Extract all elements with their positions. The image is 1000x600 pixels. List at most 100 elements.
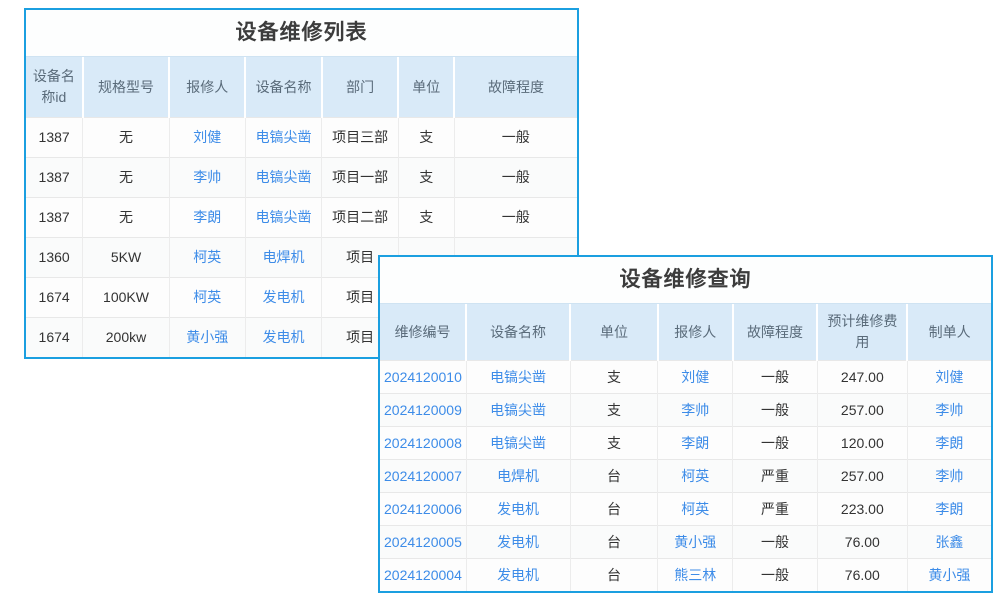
cell: 76.00	[817, 525, 907, 558]
query-link-cell[interactable]: 电镐尖凿	[490, 402, 546, 418]
cell: 发电机	[245, 317, 322, 357]
repair-query-title: 设备维修查询	[380, 257, 991, 304]
query-link-cell[interactable]: 李朗	[935, 435, 963, 451]
cell: 电镐尖凿	[466, 360, 570, 393]
list-link-cell[interactable]: 李朗	[193, 209, 221, 225]
table-row: 1387无李朗电镐尖凿项目二部支一般	[26, 197, 577, 237]
column-header-5: 单位	[398, 57, 454, 117]
cell: 刘健	[658, 360, 733, 393]
column-header-0: 设备名称id	[26, 57, 83, 117]
query-link-cell[interactable]: 柯英	[681, 468, 709, 484]
list-link-cell[interactable]: 发电机	[263, 329, 305, 345]
query-link-cell[interactable]: 李朗	[935, 501, 963, 517]
cell: 120.00	[817, 426, 907, 459]
column-header-4: 故障程度	[733, 304, 818, 360]
query-link-cell[interactable]: 2024120010	[384, 369, 462, 385]
cell: 刘健	[169, 117, 245, 157]
cell: 一般	[454, 157, 577, 197]
repair-query-table: 维修编号设备名称单位报修人故障程度预计维修费用制单人 2024120010 电镐尖…	[380, 304, 991, 591]
query-link-cell[interactable]: 2024120005	[384, 534, 462, 550]
cell: 支	[398, 157, 454, 197]
cell: 1387	[26, 157, 83, 197]
cell: 李帅	[169, 157, 245, 197]
query-link-cell[interactable]: 发电机	[497, 501, 539, 517]
cell: 张鑫	[907, 525, 991, 558]
cell: 一般	[733, 525, 818, 558]
column-header-1: 设备名称	[466, 304, 570, 360]
repair-query-panel: 设备维修查询 维修编号设备名称单位报修人故障程度预计维修费用制单人 202412…	[378, 255, 993, 593]
query-link-cell[interactable]: 电镐尖凿	[490, 435, 546, 451]
query-link-cell[interactable]: 李朗	[681, 435, 709, 451]
query-link-cell[interactable]: 黄小强	[674, 534, 716, 550]
query-link-cell[interactable]: 电镐尖凿	[490, 369, 546, 385]
cell: 支	[398, 117, 454, 157]
column-header-6: 制单人	[907, 304, 991, 360]
repair-list-header-row: 设备名称id规格型号报修人设备名称部门单位故障程度	[26, 57, 577, 117]
column-header-5: 预计维修费用	[817, 304, 907, 360]
cell: 2024120008	[380, 426, 466, 459]
query-link-cell[interactable]: 2024120004	[384, 567, 462, 583]
table-row: 2024120008电镐尖凿支李朗一般120.00李朗	[380, 426, 991, 459]
cell: 2024120005	[380, 525, 466, 558]
list-link-cell[interactable]: 电焊机	[263, 249, 305, 265]
cell: 1674	[26, 317, 83, 357]
query-link-cell[interactable]: 张鑫	[935, 534, 963, 550]
cell: 严重	[733, 459, 818, 492]
list-link-cell[interactable]: 发电机	[263, 289, 305, 305]
list-link-cell[interactable]: 黄小强	[186, 329, 228, 345]
cell: 发电机	[466, 525, 570, 558]
cell: 一般	[454, 197, 577, 237]
table-row: 2024120010电镐尖凿支刘健一般247.00刘健	[380, 360, 991, 393]
query-link-cell[interactable]: 李帅	[935, 402, 963, 418]
list-link-cell[interactable]: 柯英	[193, 289, 221, 305]
column-header-3: 报修人	[658, 304, 733, 360]
cell: 电焊机	[466, 459, 570, 492]
cell: 2024120010	[380, 360, 466, 393]
table-row: 2024120009电镐尖凿支李帅一般257.00李帅	[380, 393, 991, 426]
cell: 黄小强	[907, 558, 991, 591]
query-link-cell[interactable]: 李帅	[681, 402, 709, 418]
cell: 发电机	[466, 558, 570, 591]
query-link-cell[interactable]: 发电机	[497, 534, 539, 550]
cell: 无	[83, 117, 170, 157]
column-header-6: 故障程度	[454, 57, 577, 117]
cell: 发电机	[466, 492, 570, 525]
query-link-cell[interactable]: 刘健	[681, 369, 709, 385]
query-link-cell[interactable]: 熊三林	[674, 567, 716, 583]
cell: 发电机	[245, 277, 322, 317]
query-link-cell[interactable]: 黄小强	[928, 567, 970, 583]
cell: 柯英	[169, 277, 245, 317]
query-link-cell[interactable]: 电焊机	[497, 468, 539, 484]
cell: 台	[570, 459, 658, 492]
query-link-cell[interactable]: 发电机	[497, 567, 539, 583]
list-link-cell[interactable]: 李帅	[193, 169, 221, 185]
query-link-cell[interactable]: 柯英	[681, 501, 709, 517]
cell: 严重	[733, 492, 818, 525]
query-link-cell[interactable]: 2024120009	[384, 402, 462, 418]
table-row: 2024120006发电机台柯英严重223.00李朗	[380, 492, 991, 525]
query-link-cell[interactable]: 2024120008	[384, 435, 462, 451]
query-link-cell[interactable]: 2024120007	[384, 468, 462, 484]
cell: 台	[570, 525, 658, 558]
list-link-cell[interactable]: 电镐尖凿	[256, 169, 312, 185]
cell: 刘健	[907, 360, 991, 393]
cell: 一般	[733, 558, 818, 591]
column-header-1: 规格型号	[83, 57, 170, 117]
cell: 一般	[454, 117, 577, 157]
column-header-2: 报修人	[169, 57, 245, 117]
query-link-cell[interactable]: 刘健	[935, 369, 963, 385]
cell: 柯英	[169, 237, 245, 277]
list-link-cell[interactable]: 电镐尖凿	[256, 209, 312, 225]
cell: 支	[570, 426, 658, 459]
cell: 李帅	[658, 393, 733, 426]
repair-query-header-row: 维修编号设备名称单位报修人故障程度预计维修费用制单人	[380, 304, 991, 360]
query-link-cell[interactable]: 李帅	[935, 468, 963, 484]
list-link-cell[interactable]: 电镐尖凿	[256, 129, 312, 145]
cell: 2024120004	[380, 558, 466, 591]
list-link-cell[interactable]: 柯英	[193, 249, 221, 265]
query-link-cell[interactable]: 2024120006	[384, 501, 462, 517]
cell: 支	[398, 197, 454, 237]
cell: 李朗	[658, 426, 733, 459]
list-link-cell[interactable]: 刘健	[193, 129, 221, 145]
cell: 257.00	[817, 393, 907, 426]
